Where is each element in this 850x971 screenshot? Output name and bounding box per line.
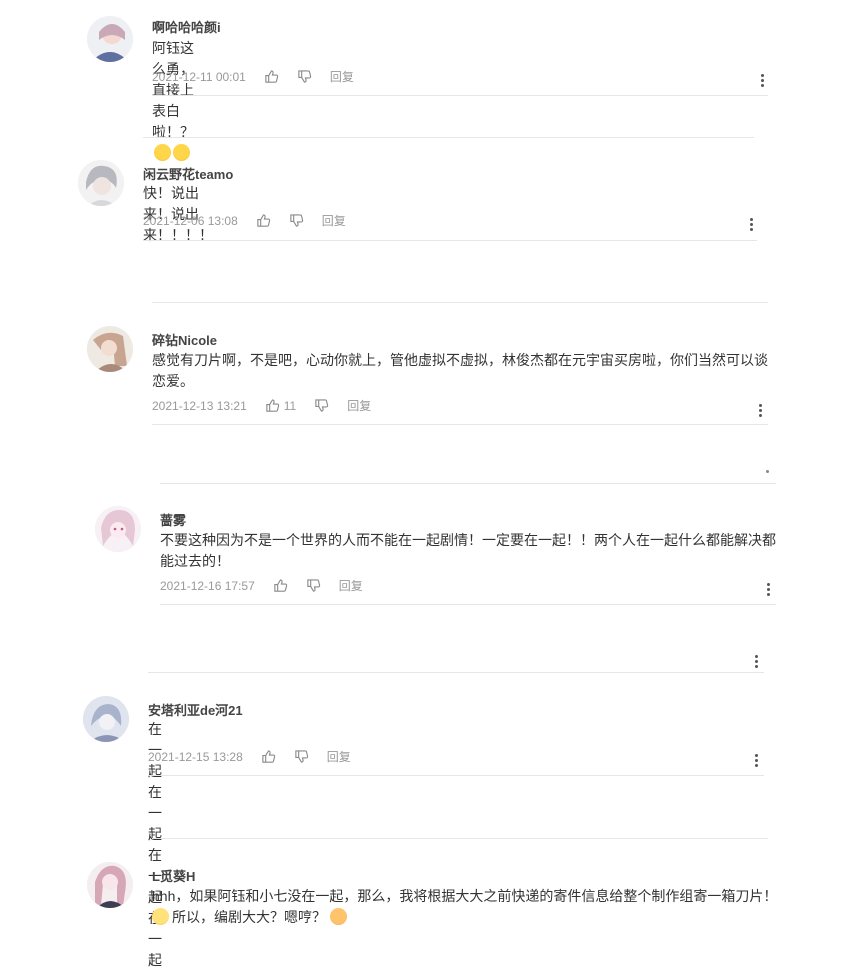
divider xyxy=(143,240,757,241)
reply-button[interactable]: 回复 xyxy=(330,68,354,85)
more-options-icon[interactable] xyxy=(746,216,756,232)
divider xyxy=(152,95,768,96)
divider xyxy=(148,775,764,776)
avatar[interactable] xyxy=(95,506,141,552)
comment-time: 2021-12-13 13:21 xyxy=(152,398,247,413)
reply-button[interactable]: 回复 xyxy=(327,748,351,765)
smile-emoji-icon xyxy=(152,908,169,925)
comment-meta: 2021-12-06 13:08 回复 xyxy=(143,212,346,229)
thumbs-up-icon[interactable] xyxy=(273,578,288,593)
reply-button[interactable]: 回复 xyxy=(322,212,346,229)
username[interactable]: 蔷雾 xyxy=(160,510,186,529)
more-options-icon[interactable] xyxy=(751,752,761,768)
like-count: 11 xyxy=(283,398,297,413)
comment-text: 不要这种因为不是一个世界的人而不能在一起剧情！一定要在一起！！两个人在一起什么都… xyxy=(160,532,776,569)
avatar[interactable] xyxy=(87,16,133,62)
username[interactable]: 啊哈哈哈颜i xyxy=(152,17,221,36)
avatar[interactable] xyxy=(83,696,129,742)
more-options-icon[interactable] xyxy=(757,72,767,88)
comment-meta: 2021-12-11 00:01 回复 xyxy=(152,68,354,85)
comment-meta: 2021-12-16 17:57 回复 xyxy=(160,577,363,594)
thumbs-down-icon[interactable] xyxy=(289,213,304,228)
reply-button[interactable]: 回复 xyxy=(347,397,371,414)
divider xyxy=(160,483,776,484)
divider xyxy=(160,604,776,605)
divider xyxy=(148,672,764,673)
divider xyxy=(152,302,768,303)
divider xyxy=(143,137,754,138)
divider xyxy=(152,424,768,425)
avatar[interactable] xyxy=(87,862,133,908)
shocked-emoji-icon xyxy=(173,144,190,161)
comment-text: 感觉有刀片啊，不是吧，心动你就上，管他虚拟不虚拟，林俊杰都在元宇宙买房啦，你们当… xyxy=(152,352,768,389)
thumbs-down-icon[interactable] xyxy=(306,578,321,593)
thumbs-down-icon[interactable] xyxy=(297,69,312,84)
thumbs-up-icon[interactable] xyxy=(265,398,280,413)
comment-time: 2021-12-11 00:01 xyxy=(152,69,246,84)
thumbs-down-icon[interactable] xyxy=(314,398,329,413)
more-options-icon[interactable] xyxy=(751,653,761,669)
divider xyxy=(152,838,768,839)
more-options-icon[interactable] xyxy=(755,402,765,418)
comment-text: hhh，如果阿钰和小七没在一起，那么，我将根据大大之前快递的寄件信息给整个制作组… xyxy=(152,888,778,925)
username[interactable]: 闲云野花teamo xyxy=(143,164,233,183)
comment-time: 2021-12-06 13:08 xyxy=(143,213,238,228)
thumbs-up-icon[interactable] xyxy=(256,213,271,228)
thumbs-up-icon[interactable] xyxy=(261,749,276,764)
comment-time: 2021-12-16 17:57 xyxy=(160,578,255,593)
more-options-icon[interactable] xyxy=(766,470,769,473)
shocked-emoji-icon xyxy=(154,144,171,161)
fox-emoji-icon xyxy=(330,908,347,925)
thumbs-down-icon[interactable] xyxy=(294,749,309,764)
thumbs-up-icon[interactable] xyxy=(264,69,279,84)
avatar[interactable] xyxy=(87,326,133,372)
avatar[interactable] xyxy=(78,160,124,206)
comment-meta: 2021-12-15 13:28 回复 xyxy=(148,748,351,765)
comment-text: 阿钰这么勇，直接上表白啦！？ xyxy=(152,38,194,164)
comment-meta: 2021-12-13 13:21 11 回复 xyxy=(152,397,371,414)
username[interactable]: 安塔利亚de河21 xyxy=(148,700,243,719)
comment-time: 2021-12-15 13:28 xyxy=(148,749,243,764)
more-options-icon[interactable] xyxy=(763,581,773,597)
username[interactable]: 碎钻Nicole xyxy=(152,330,217,349)
username[interactable]: L觅葵H xyxy=(152,866,195,885)
reply-button[interactable]: 回复 xyxy=(339,577,363,594)
